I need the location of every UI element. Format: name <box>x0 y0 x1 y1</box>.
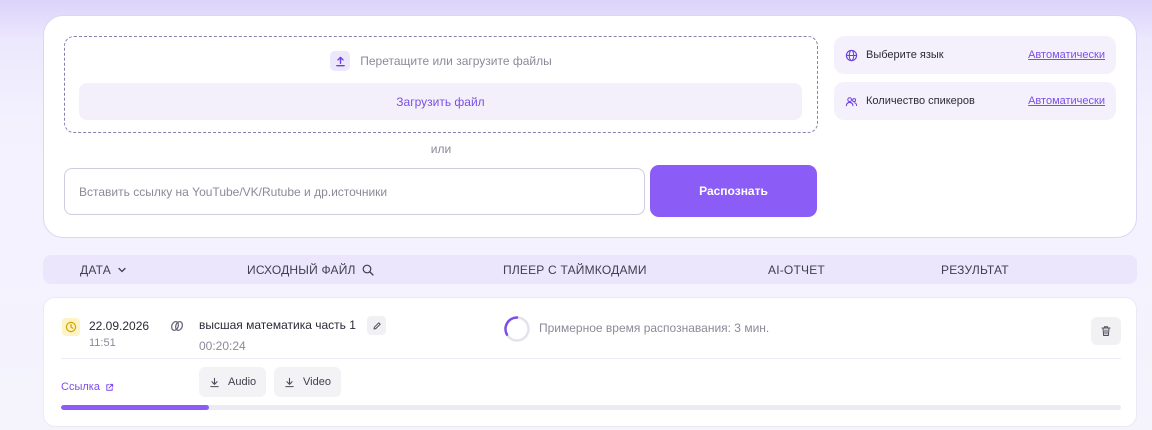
delete-button[interactable] <box>1091 317 1121 345</box>
loading-spinner-icon <box>504 316 530 342</box>
download-icon <box>210 377 219 387</box>
upload-icon <box>330 51 351 71</box>
speakers-label: Количество спикеров <box>866 95 975 107</box>
table-row: 22.09.2026 11:51 высшая математика часть… <box>43 297 1137 427</box>
download-audio-button[interactable]: Audio <box>199 367 267 397</box>
chevron-down-icon <box>118 267 126 272</box>
dropzone-hint: Перетащите или загрузите файлы <box>65 51 817 71</box>
row-file-name: высшая математика часть 1 <box>199 318 356 332</box>
globe-icon <box>845 49 858 62</box>
column-date[interactable]: ДАТА <box>80 255 127 284</box>
trash-icon <box>1101 326 1111 336</box>
column-result: РЕЗУЛЬТАТ <box>941 262 1009 277</box>
file-dropzone[interactable]: Перетащите или загрузите файлы Загрузить… <box>64 36 818 133</box>
download-icon <box>285 377 294 387</box>
column-player: ПЛЕЕР С ТАЙМКОДАМИ <box>503 262 647 277</box>
edit-name-button[interactable] <box>367 316 386 335</box>
speakers-value-link[interactable]: Автоматически <box>1028 95 1105 107</box>
language-label: Выберите язык <box>866 49 944 61</box>
source-link[interactable]: Ссылка <box>61 381 114 393</box>
language-option: Выберите язык Автоматически <box>834 36 1116 74</box>
progress-fill <box>61 405 210 410</box>
users-icon <box>845 95 858 108</box>
row-duration: 00:20:24 <box>199 339 246 353</box>
link-icon <box>170 320 184 332</box>
recognize-button[interactable]: Распознать <box>650 165 817 217</box>
language-value-link[interactable]: Автоматически <box>1028 49 1105 61</box>
dropzone-hint-text: Перетащите или загрузите файлы <box>360 54 552 68</box>
or-separator: или <box>430 142 452 156</box>
column-source-file: ИСХОДНЫЙ ФАЙЛ <box>247 255 374 284</box>
table-header: ДАТА ИСХОДНЫЙ ФАЙЛ ПЛЕЕР С ТАЙМКОДАМИ AI… <box>43 255 1137 284</box>
recognition-progress-bar <box>61 405 1121 410</box>
external-link-icon <box>106 383 114 391</box>
search-icon[interactable] <box>362 264 374 276</box>
row-date: 22.09.2026 <box>89 319 150 333</box>
row-divider <box>61 358 1121 359</box>
url-input[interactable] <box>64 168 645 215</box>
column-ai-report: AI-ОТЧЕТ <box>768 262 825 277</box>
upload-file-button[interactable]: Загрузить файл <box>79 83 802 120</box>
row-time: 11:51 <box>89 337 116 349</box>
upload-panel: Перетащите или загрузите файлы Загрузить… <box>43 15 1137 238</box>
pencil-icon <box>373 321 381 329</box>
speakers-option: Количество спикеров Автоматически <box>834 82 1116 120</box>
download-video-button[interactable]: Video <box>274 367 341 397</box>
clock-icon <box>62 318 80 336</box>
recognition-estimate: Примерное время распознавания: 3 мин. <box>539 321 770 335</box>
